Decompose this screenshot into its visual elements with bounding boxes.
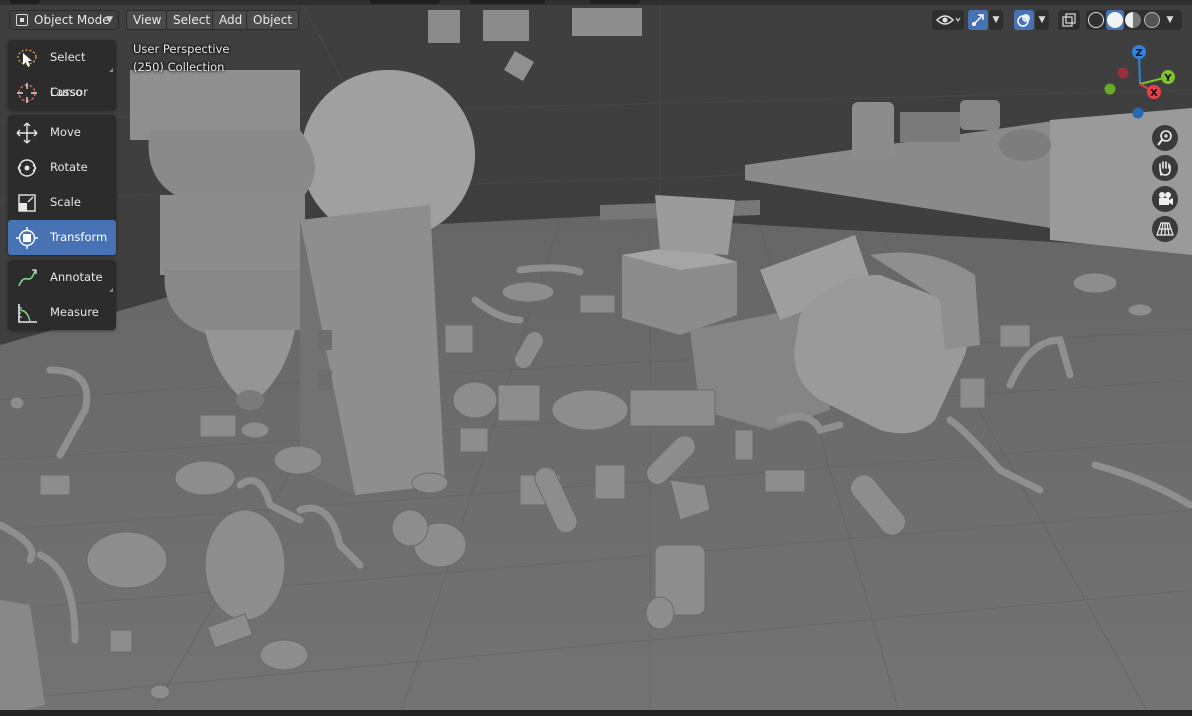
neg-x-axis-handle[interactable]: [1117, 67, 1129, 79]
tool-transform[interactable]: Transform: [8, 220, 116, 255]
menu-object[interactable]: Object: [246, 10, 300, 30]
toolbar-group-annotate: Annotate Measure: [8, 260, 116, 330]
tool-label: Cursor: [50, 85, 88, 99]
tool-label: Move: [50, 125, 81, 139]
top-chip: [590, 0, 640, 4]
tool-scale[interactable]: Scale: [8, 185, 116, 220]
tool-rotate[interactable]: Rotate: [8, 150, 116, 185]
camera-view-button[interactable]: [1152, 186, 1178, 212]
chevron-down-icon: ▼: [1038, 15, 1046, 25]
perspective-grid-icon: [1156, 222, 1174, 236]
tool-options-indicator: [109, 68, 113, 72]
object-mode-icon: [16, 14, 28, 26]
annotate-icon: [18, 269, 37, 287]
menu-view[interactable]: View: [126, 10, 169, 30]
view-perspective-label: User Perspective: [133, 42, 230, 56]
tool-label: Transform: [50, 230, 108, 244]
y-axis-label: Y: [1163, 73, 1172, 84]
zoom-icon: [1157, 130, 1172, 146]
collection-label: (250) Collection: [133, 60, 225, 74]
tool-label: Scale: [50, 195, 81, 209]
transform-icon: [16, 227, 38, 249]
overlays-toggle[interactable]: [1014, 10, 1034, 30]
gizmo-toggle[interactable]: [968, 10, 988, 30]
toolbar-group-select: Select Lasso Cursor: [8, 40, 116, 110]
rotate-icon: [17, 159, 37, 177]
tool-options-indicator: [109, 288, 113, 292]
xray-toggle[interactable]: [1058, 10, 1080, 30]
top-window-strip: [0, 0, 1192, 5]
top-chip: [370, 0, 440, 4]
chevron-down-icon: ▼: [992, 15, 1000, 25]
object-mode-dropdown[interactable]: Object Mode ▼: [9, 10, 119, 30]
tool-label: Annotate: [50, 270, 103, 284]
navigation-gizmo[interactable]: Z Y X: [1098, 40, 1182, 124]
camera-view-icon: [1159, 192, 1173, 205]
pan-hand-icon: [1159, 161, 1171, 176]
toolbar-group-transform: Move Rotate Scale Transform: [8, 115, 116, 255]
3d-viewport[interactable]: Object Mode ▼ View Select Add Object ▼ ▼…: [0, 0, 1192, 716]
zoom-button[interactable]: [1152, 125, 1178, 151]
scale-icon: [18, 194, 36, 212]
xray-icon: [1062, 13, 1076, 27]
tool-cursor[interactable]: Cursor: [8, 75, 116, 110]
tool-label: Measure: [50, 305, 99, 319]
menu-select[interactable]: Select: [166, 10, 218, 30]
neg-y-axis-handle[interactable]: [1104, 83, 1116, 95]
shading-dropdown[interactable]: ▼: [1162, 10, 1178, 30]
perspective-toggle-button[interactable]: [1152, 216, 1178, 242]
tool-annotate[interactable]: Annotate: [8, 260, 116, 295]
pan-button[interactable]: [1152, 155, 1178, 181]
tool-label: Rotate: [50, 160, 88, 174]
gizmo-dropdown[interactable]: ▼: [989, 10, 1003, 30]
overlays-dropdown[interactable]: ▼: [1035, 10, 1049, 30]
gizmo-toggle-icon: [972, 14, 984, 26]
cursor-icon: [17, 83, 37, 103]
object-mode-label: Object Mode: [34, 13, 110, 27]
select-lasso-icon: [17, 49, 37, 67]
z-axis-label: Z: [1135, 48, 1142, 59]
menu-add[interactable]: Add: [212, 10, 250, 30]
tool-measure[interactable]: Measure: [8, 295, 116, 330]
top-chip: [10, 0, 40, 4]
move-icon: [16, 122, 38, 144]
tool-move[interactable]: Move: [8, 115, 116, 150]
viewport-bottom-border: [0, 710, 1192, 716]
neg-z-axis-handle[interactable]: [1132, 107, 1144, 119]
x-axis-label: X: [1150, 88, 1158, 99]
visibility-dropdown[interactable]: [932, 10, 964, 30]
chevron-down-icon: ▼: [1166, 15, 1174, 25]
top-chip: [470, 0, 545, 4]
measure-icon: [18, 304, 37, 323]
visibility-eye-icon: [935, 15, 961, 25]
robot-arm-segment: [130, 70, 300, 140]
scene-render[interactable]: [0, 0, 1192, 716]
tool-select-lasso[interactable]: Select Lasso: [8, 40, 116, 99]
chevron-down-icon: ▼: [106, 15, 113, 25]
overlays-icon: [1017, 14, 1030, 27]
